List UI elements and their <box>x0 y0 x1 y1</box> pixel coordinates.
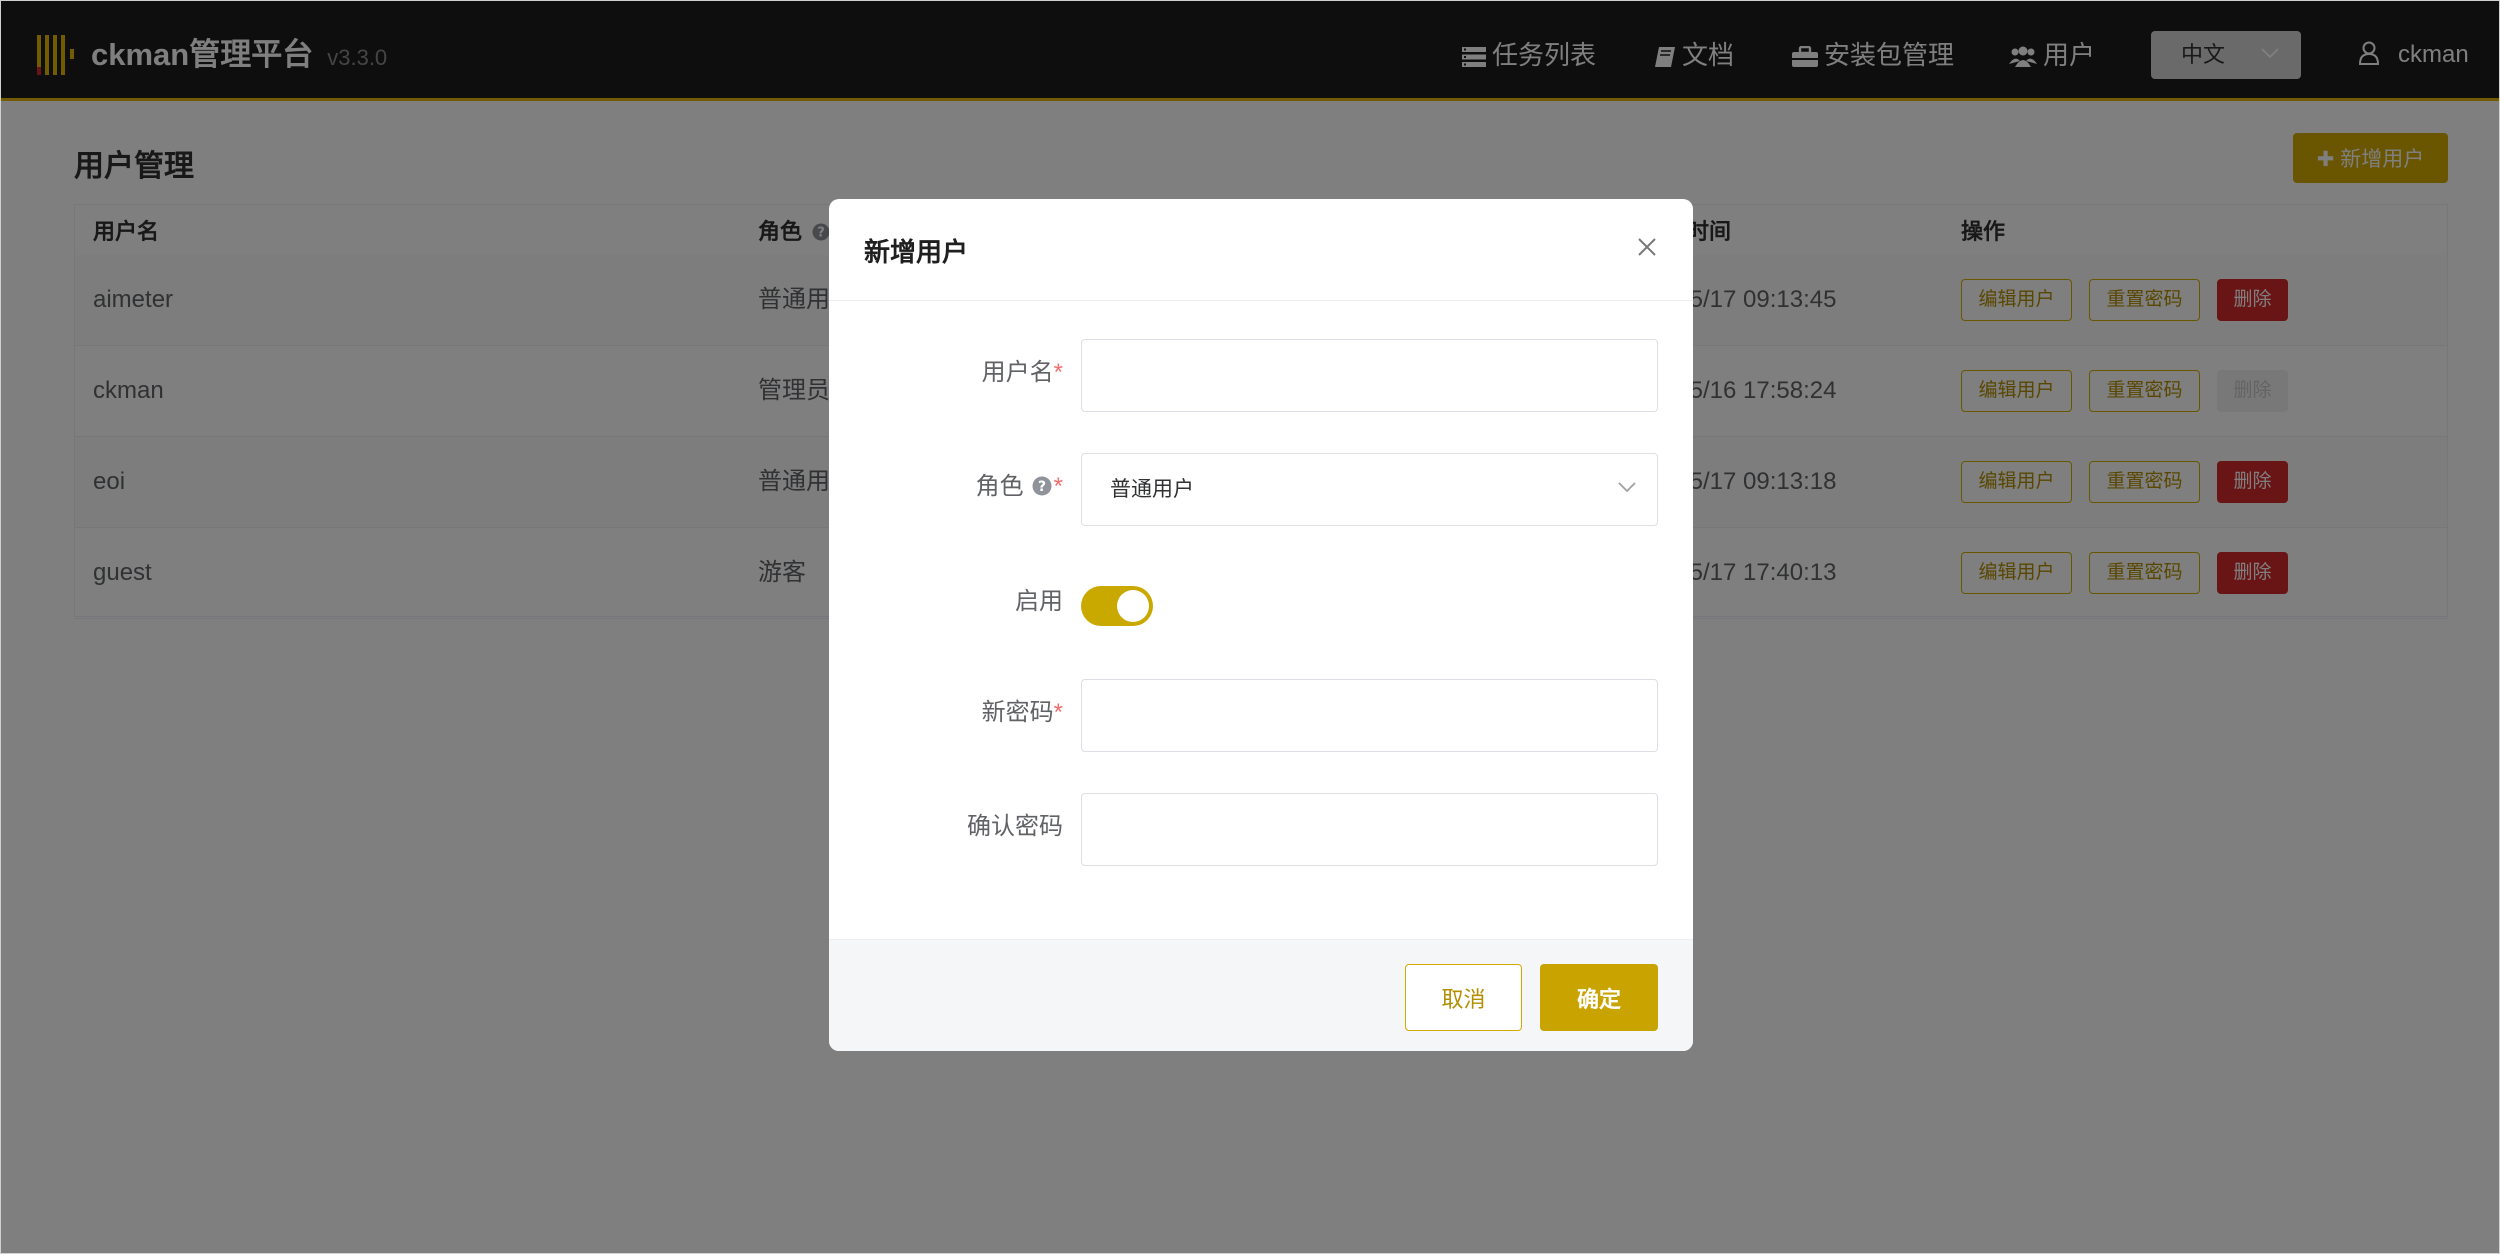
username-label-text: 用户名 <box>981 359 1054 386</box>
new-password-input[interactable] <box>1081 679 1658 752</box>
app-window: ckman管理平台v3.3.0 任务列表 文档 安装包管理 用户 <box>0 0 2500 1254</box>
cancel-button[interactable]: 取消 <box>1405 964 1522 1031</box>
role-label-text: 角色 <box>975 473 1024 500</box>
new-password-label-text: 新密码 <box>981 699 1054 726</box>
username-input[interactable] <box>1081 339 1658 412</box>
close-icon[interactable] <box>1629 229 1665 265</box>
confirm-password-label: 确认密码 <box>967 813 1063 840</box>
chevron-down-icon <box>1618 482 1636 493</box>
confirm-button[interactable]: 确定 <box>1540 964 1658 1031</box>
svg-text:?: ? <box>1038 479 1046 495</box>
add-user-dialog: 新增用户 用户名* 角色? * 普通用户 启用 新密码* 确认密码 取消 确定 <box>829 199 1693 1051</box>
new-password-label: 新密码* <box>982 693 1063 733</box>
enabled-switch[interactable] <box>1081 586 1153 626</box>
role-select[interactable]: 普通用户 <box>1081 453 1658 526</box>
role-label: 角色? * <box>976 467 1063 507</box>
username-label: 用户名* <box>982 353 1063 393</box>
dialog-footer: 取消 确定 <box>829 939 1693 1051</box>
enabled-label: 启用 <box>1015 588 1063 615</box>
required-mark: * <box>1053 699 1063 726</box>
required-mark: * <box>1053 359 1063 386</box>
dialog-title: 新增用户 <box>864 237 969 267</box>
question-circle-icon[interactable]: ? <box>1032 476 1052 496</box>
confirm-password-input[interactable] <box>1081 793 1658 866</box>
dialog-header: 新增用户 <box>829 199 1693 301</box>
role-select-value: 普通用户 <box>1110 478 1194 501</box>
switch-knob <box>1117 590 1149 622</box>
required-mark: * <box>1053 473 1063 500</box>
